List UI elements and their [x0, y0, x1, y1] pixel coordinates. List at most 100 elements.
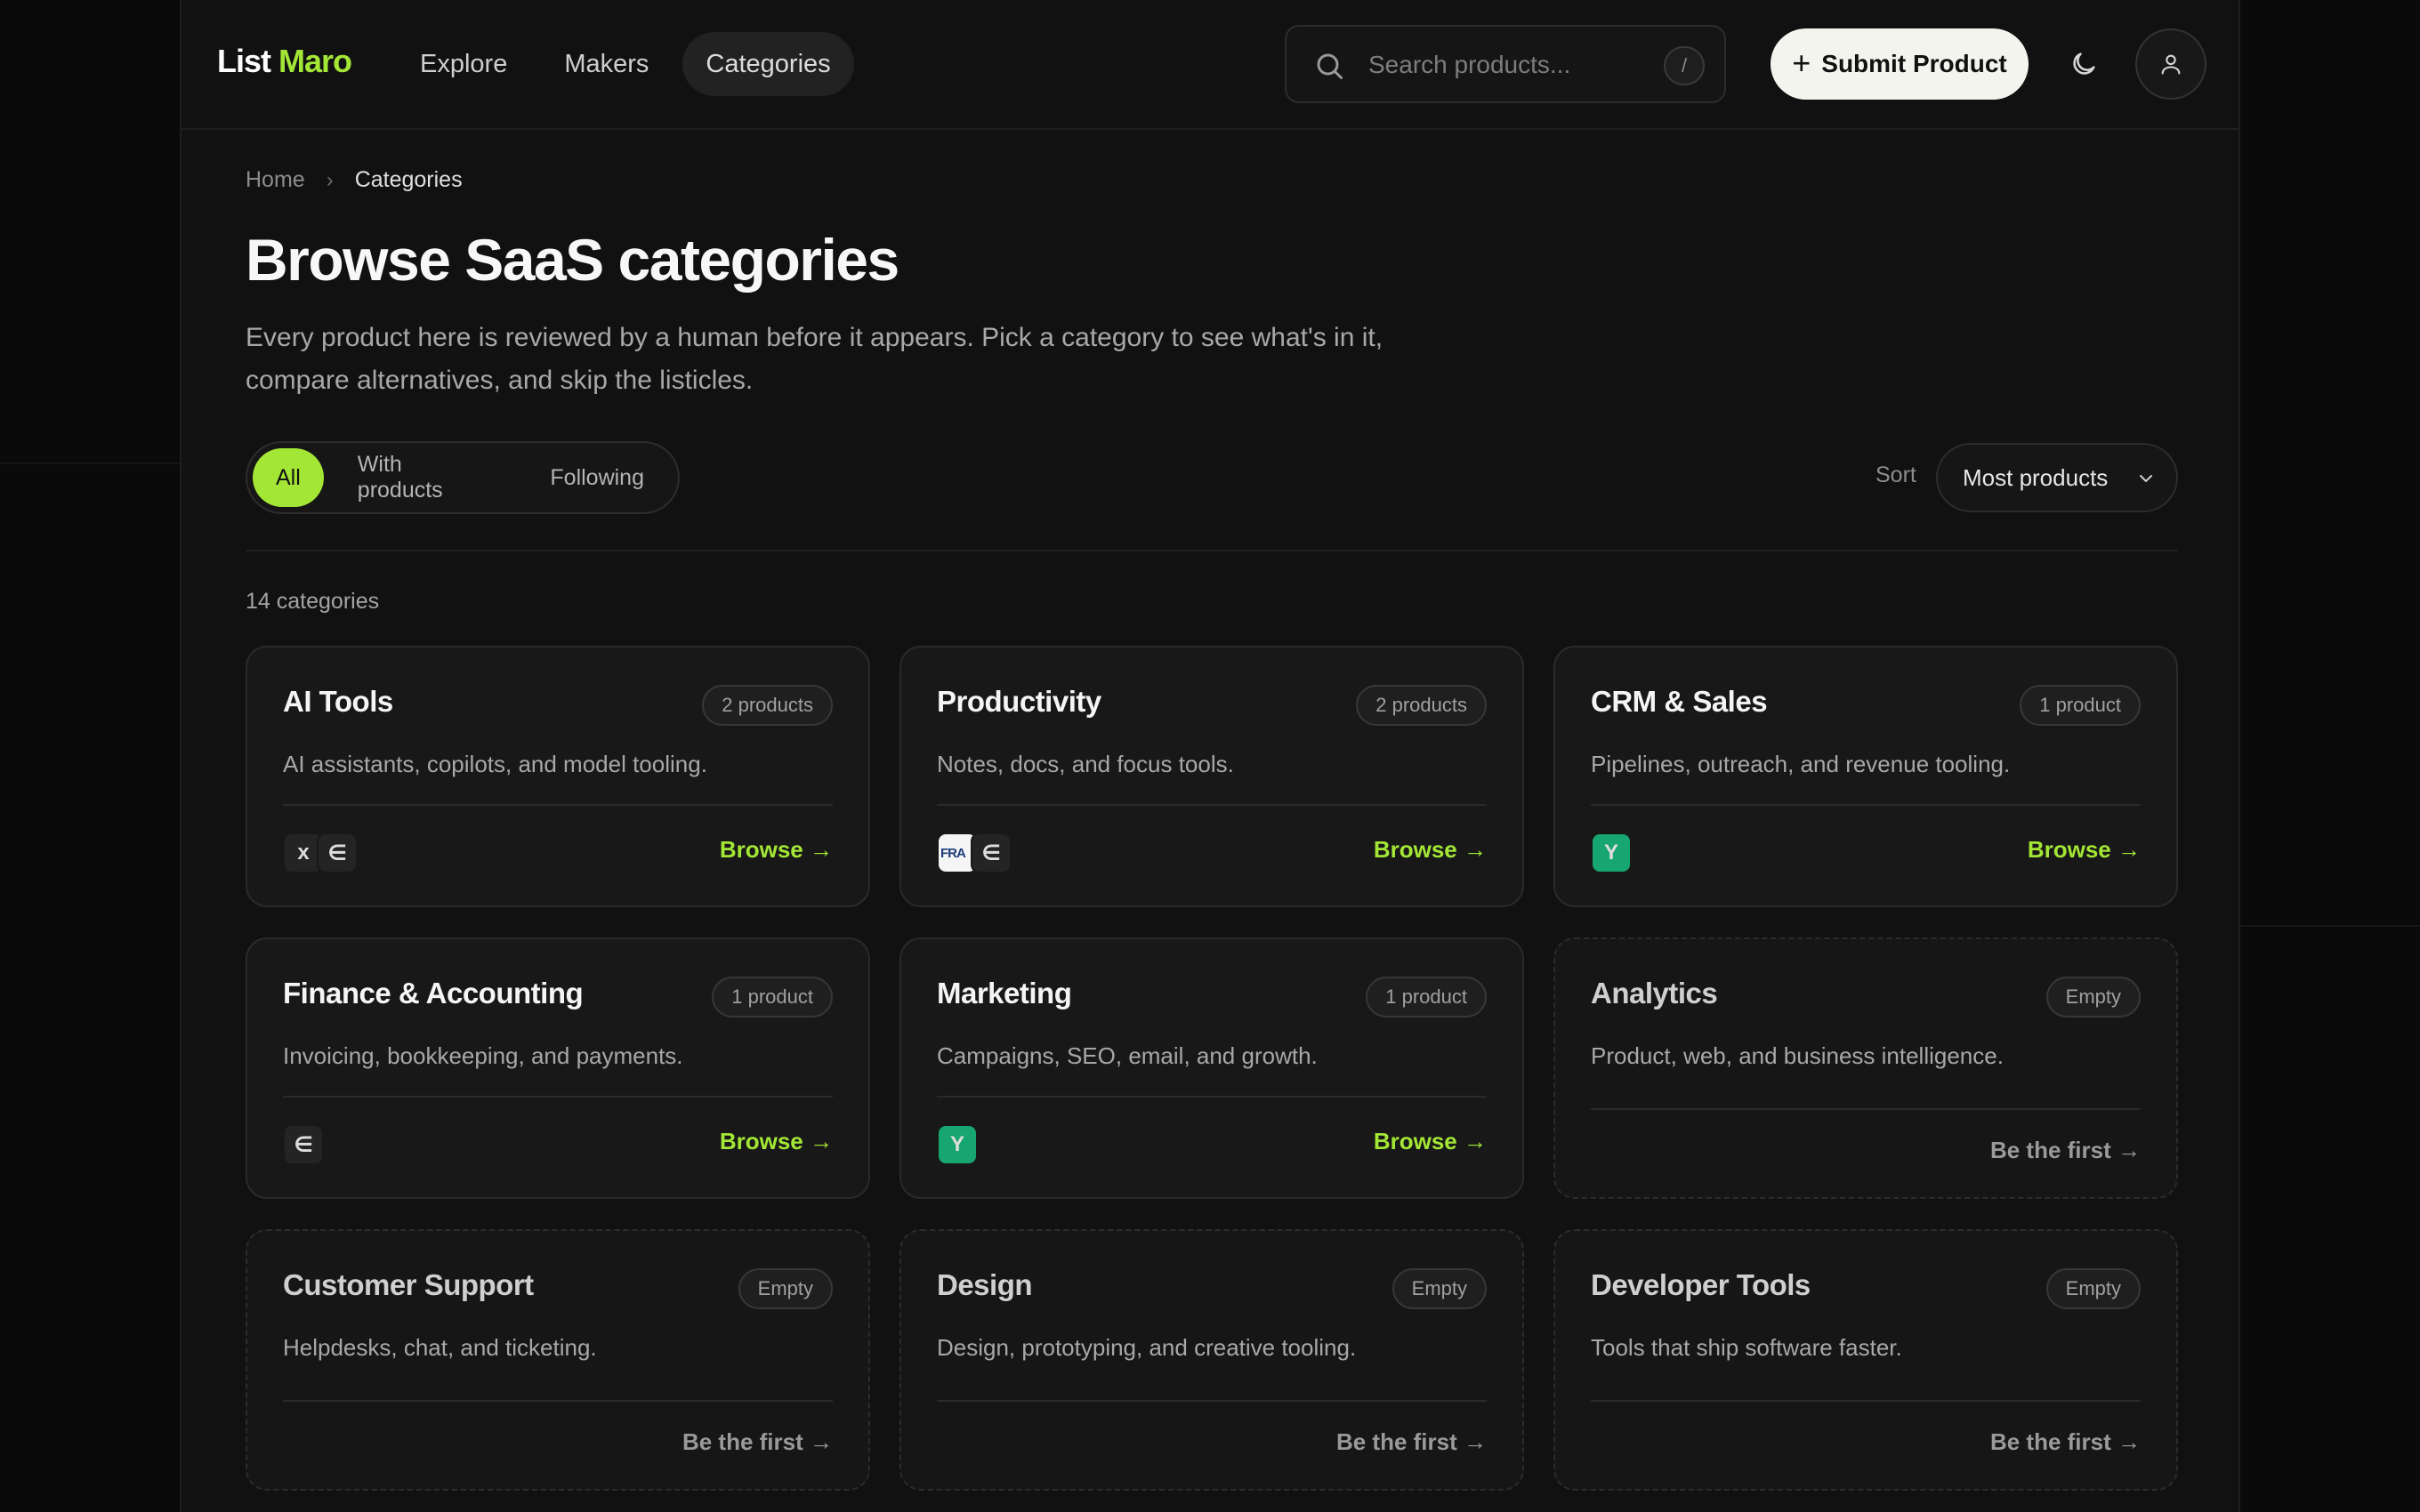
page-title: Browse SaaS categories [246, 227, 899, 293]
category-name: AI Tools [283, 685, 393, 718]
product-count-badge: 1 product [1366, 977, 1487, 1017]
card-divider [1591, 1108, 2141, 1110]
filter-with-products[interactable]: With products [329, 448, 517, 507]
search-icon [1317, 53, 1343, 79]
category-name: Productivity [937, 685, 1101, 718]
category-name: Design [937, 1268, 1033, 1301]
logo-text-primary: List [217, 43, 271, 79]
be-the-first-link[interactable]: Be the first → [682, 1428, 833, 1456]
product-count-badge: 2 products [1356, 685, 1487, 726]
category-description: Helpdesks, chat, and ticketing. [283, 1334, 597, 1361]
empty-badge: Empty [2045, 1268, 2141, 1309]
divider [246, 550, 2178, 551]
empty-badge: Empty [2045, 977, 2141, 1017]
user-avatar-button[interactable] [2135, 28, 2206, 100]
category-card[interactable]: CRM & Sales 1 product Pipelines, outreac… [1553, 646, 2178, 907]
product-e-icon: ∈ [283, 1124, 324, 1165]
category-description: Notes, docs, and focus tools. [937, 751, 1234, 777]
main-nav: Explore Makers Categories [397, 32, 854, 96]
category-name: Developer Tools [1591, 1268, 1811, 1301]
filter-segmented-control: All With products Following [246, 441, 680, 514]
product-count-badge: 1 product [712, 977, 833, 1017]
user-icon [2161, 54, 2181, 75]
product-count-badge: 2 products [702, 685, 833, 726]
submit-product-button[interactable]: + Submit Product [1771, 28, 2029, 100]
submit-product-label: Submit Product [1821, 50, 2007, 77]
category-description: Product, web, and business intelligence. [1591, 1042, 2004, 1069]
app-shell: List Maro Explore Makers Categories Sear… [180, 0, 2240, 1512]
category-card-empty[interactable]: Analytics Empty Product, web, and busine… [1553, 937, 2178, 1199]
logo[interactable]: List Maro [217, 43, 352, 80]
search-shortcut-key: / [1664, 46, 1705, 85]
breadcrumb-home[interactable]: Home [246, 167, 305, 193]
empty-badge: Empty [738, 1268, 833, 1309]
category-card-empty[interactable]: Design Empty Design, prototyping, and cr… [899, 1229, 1524, 1491]
page-description: Every product here is reviewed by a huma… [246, 323, 1383, 395]
search-placeholder: Search products... [1368, 51, 1571, 78]
be-the-first-link[interactable]: Be the first → [1990, 1137, 2141, 1164]
moon-icon [2073, 52, 2095, 75]
category-card-empty[interactable]: Developer Tools Empty Tools that ship so… [1553, 1229, 2178, 1491]
category-name: Marketing [937, 977, 1072, 1009]
browse-link[interactable]: Browse → [720, 836, 833, 864]
card-divider [937, 1400, 1487, 1402]
card-divider [1591, 804, 2141, 806]
browse-link[interactable]: Browse → [1374, 1128, 1487, 1155]
nav-explore[interactable]: Explore [397, 32, 530, 96]
product-e-icon: ∈ [971, 832, 1012, 873]
category-description: Design, prototyping, and creative toolin… [937, 1334, 1357, 1361]
card-divider [283, 804, 833, 806]
category-card[interactable]: AI Tools 2 products AI assistants, copil… [246, 646, 870, 907]
chevron-right-icon: › [326, 167, 334, 192]
filter-all[interactable]: All [253, 448, 324, 507]
category-grid: AI Tools 2 products AI assistants, copil… [246, 646, 2178, 1512]
product-icon-stack: FRA ∈ [937, 832, 1012, 873]
category-name: Customer Support [283, 1268, 534, 1301]
product-sprout-icon: Y [1591, 832, 1632, 873]
card-divider [283, 1096, 833, 1098]
browse-link[interactable]: Browse → [2028, 836, 2141, 864]
logo-text-accent: Maro [278, 43, 352, 79]
empty-badge: Empty [1392, 1268, 1487, 1309]
be-the-first-link[interactable]: Be the first → [1336, 1428, 1487, 1456]
product-count-badge: 1 product [2020, 685, 2141, 726]
category-card-empty[interactable]: Customer Support Empty Helpdesks, chat, … [246, 1229, 870, 1491]
browse-link[interactable]: Browse → [1374, 836, 1487, 864]
sort-label: Sort [1876, 462, 1916, 487]
product-icon-stack: Y [1591, 832, 1632, 873]
be-the-first-link[interactable]: Be the first → [1990, 1428, 2141, 1456]
nav-categories[interactable]: Categories [682, 32, 854, 96]
product-e-icon: ∈ [317, 832, 358, 873]
product-icon-stack: Y [937, 1124, 978, 1165]
top-header: List Maro Explore Makers Categories Sear… [182, 0, 2238, 130]
chevron-down-icon [2140, 475, 2152, 482]
category-description: Pipelines, outreach, and revenue tooling… [1591, 751, 2011, 777]
category-description: Tools that ship software faster. [1591, 1334, 1902, 1361]
card-divider [937, 1096, 1487, 1098]
background-guide [0, 462, 180, 464]
category-card[interactable]: Marketing 1 product Campaigns, SEO, emai… [899, 937, 1524, 1199]
plus-icon: + [1792, 44, 1811, 81]
sort-select[interactable]: Most products [1936, 443, 2178, 512]
nav-makers[interactable]: Makers [541, 32, 672, 96]
category-card[interactable]: Productivity 2 products Notes, docs, and… [899, 646, 1524, 907]
category-description: Campaigns, SEO, email, and growth. [937, 1042, 1318, 1069]
search-input[interactable]: Search products... / [1285, 25, 1726, 103]
category-card[interactable]: Finance & Accounting 1 product Invoicing… [246, 937, 870, 1199]
category-description: Invoicing, bookkeeping, and payments. [283, 1042, 683, 1069]
product-icon-stack: ∈ [283, 1124, 324, 1165]
theme-toggle-button[interactable] [2061, 41, 2107, 87]
background-guide [2240, 925, 2420, 927]
card-divider [937, 804, 1487, 806]
breadcrumb: Home › Categories [246, 167, 463, 193]
product-icon-stack: x ∈ [283, 832, 358, 873]
category-description: AI assistants, copilots, and model tooli… [283, 751, 707, 777]
filter-following[interactable]: Following [521, 448, 673, 507]
sort-value: Most products [1963, 463, 2109, 491]
card-divider [1591, 1400, 2141, 1402]
category-name: CRM & Sales [1591, 685, 1768, 718]
browse-link[interactable]: Browse → [720, 1128, 833, 1155]
product-sprout-icon: Y [937, 1124, 978, 1165]
card-divider [283, 1400, 833, 1402]
category-name: Finance & Accounting [283, 977, 584, 1009]
